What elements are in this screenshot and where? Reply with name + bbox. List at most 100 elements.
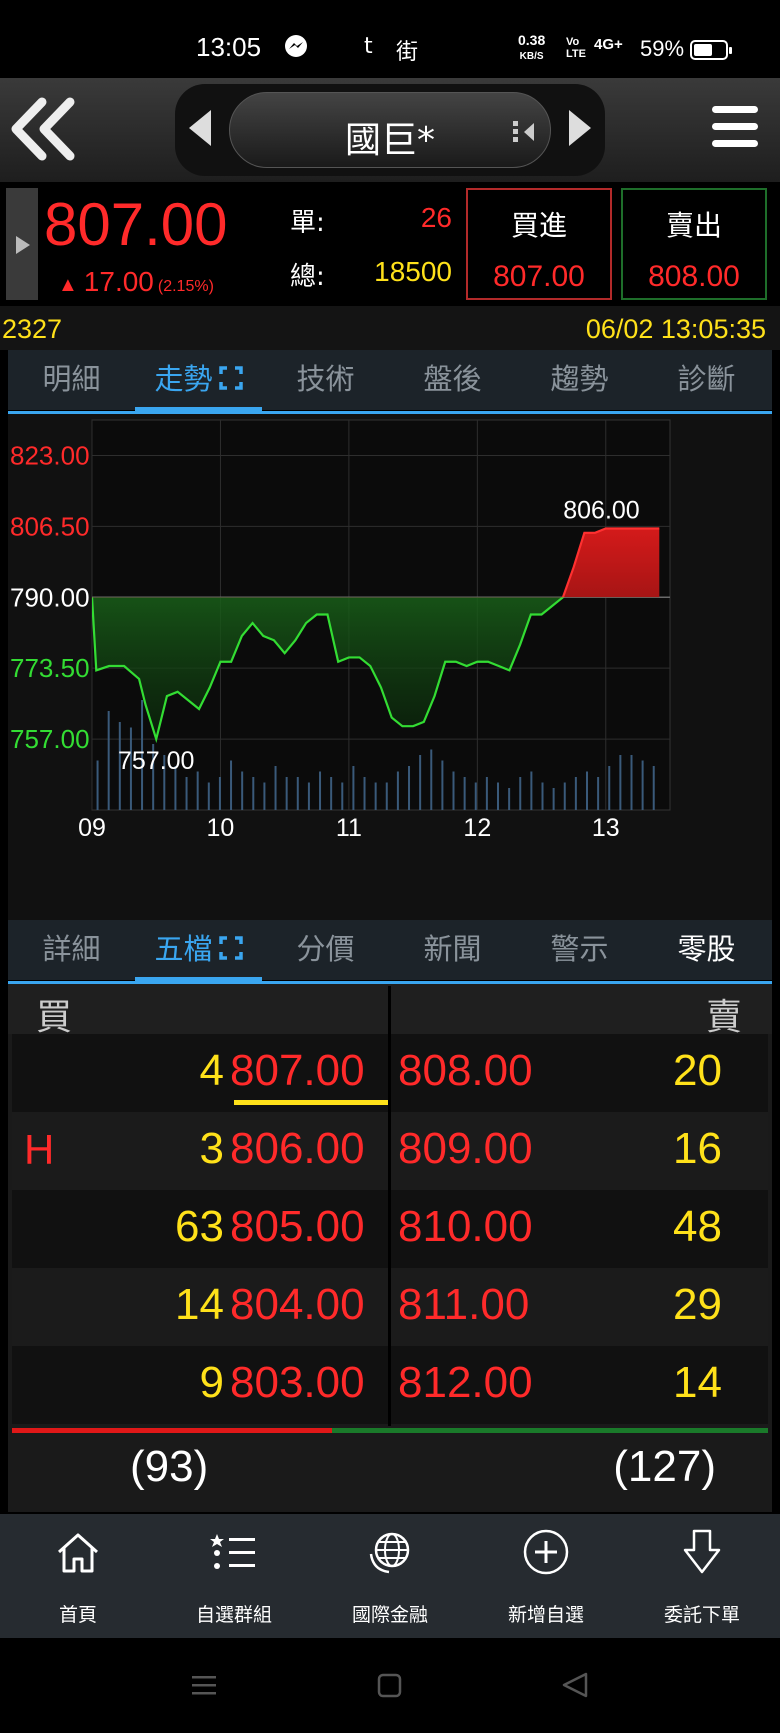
last-price: 807.00 [44, 191, 228, 258]
app-notification-icon-2: 街 [396, 40, 419, 65]
book-divider [388, 986, 391, 1426]
sell-volume: 48 [673, 1202, 722, 1251]
tab-details[interactable]: 詳細 [8, 920, 135, 980]
list-star-icon [210, 1534, 255, 1569]
y-tick-label: 806.50 [10, 511, 90, 541]
buy-sell-ratio-bar [12, 1428, 768, 1433]
up-arrow-icon: ▲ [58, 274, 78, 296]
buy-button[interactable]: 買進 807.00 [466, 188, 612, 300]
stock-selector: 國巨* [175, 84, 605, 176]
x-tick-label: 12 [463, 814, 491, 842]
tab-trend[interactable]: 走勢 [135, 350, 262, 412]
tab-label: 技術 [296, 362, 355, 396]
net-speed-unit: KB/S [519, 51, 544, 62]
nav-place-order[interactable]: 委託下單 [624, 1514, 780, 1638]
system-nav-bar [0, 1638, 780, 1733]
buy-volume: 14 [175, 1280, 224, 1329]
quote-expand-icon[interactable] [6, 188, 38, 300]
sell-price[interactable]: 812.00 [398, 1358, 533, 1408]
tab-news[interactable]: 新聞 [389, 920, 516, 980]
prev-stock-icon[interactable] [189, 110, 211, 146]
fullscreen-icon[interactable] [218, 366, 243, 390]
y-tick-label: 823.00 [10, 440, 90, 470]
nav-label: 首頁 [58, 1604, 97, 1626]
low-price-label: 757.00 [118, 747, 194, 775]
tab-detail[interactable]: 明細 [8, 350, 135, 410]
tab-label: 警示 [550, 932, 609, 966]
buy-price[interactable]: 807.00 [230, 1046, 365, 1096]
sell-price[interactable]: 808.00 [398, 1046, 533, 1096]
sell-volume: 20 [673, 1046, 722, 1095]
buy-price[interactable]: 805.00 [230, 1202, 365, 1252]
tab-odd-lot[interactable]: 零股 [643, 920, 770, 980]
messenger-icon [284, 34, 308, 64]
sell-price[interactable]: 811.00 [398, 1280, 529, 1330]
sell-volume: 16 [673, 1124, 722, 1173]
back-icon[interactable] [8, 96, 80, 162]
sell-price[interactable]: 810.00 [398, 1202, 533, 1252]
home-system-icon[interactable] [377, 1673, 402, 1698]
x-tick-label: 09 [78, 814, 106, 842]
buy-button-label: 買進 [510, 209, 567, 242]
buy-price[interactable]: 806.00 [230, 1124, 365, 1174]
home-icon [57, 1533, 99, 1573]
menu-icon[interactable] [712, 106, 758, 154]
buy-volume: 4 [199, 1046, 224, 1095]
buy-ratio-fill [12, 1428, 332, 1433]
add-circle-icon [523, 1529, 569, 1575]
app-header: 國巨* [0, 78, 780, 182]
stock-name: 國巨* [344, 120, 435, 161]
nav-home[interactable]: 首頁 [0, 1514, 156, 1638]
stock-code: 2327 [2, 314, 63, 344]
recent-apps-icon[interactable] [192, 1676, 216, 1695]
nav-international[interactable]: 國際金融 [312, 1514, 468, 1638]
buy-price[interactable]: 803.00 [230, 1358, 365, 1408]
nav-add-watchlist[interactable]: 新增自選 [468, 1514, 624, 1638]
tab-alerts[interactable]: 警示 [516, 920, 643, 980]
tab-label: 明細 [42, 362, 101, 396]
stock-switch-icon[interactable] [512, 119, 536, 145]
tab-diagnosis[interactable]: 診斷 [643, 350, 770, 410]
order-arrow-icon [683, 1529, 721, 1574]
tab-label: 走勢 [154, 362, 213, 396]
x-tick-label: 11 [336, 814, 362, 842]
total-volume-label: 總: [290, 262, 325, 292]
back-system-icon[interactable] [562, 1672, 588, 1698]
tab-label: 趨勢 [550, 362, 609, 396]
y-tick-label: 790.00 [10, 582, 90, 612]
y-tick-label: 757.00 [10, 724, 90, 754]
tab-tendency[interactable]: 趨勢 [516, 350, 643, 410]
buy-price[interactable]: 804.00 [230, 1280, 365, 1330]
nav-watchlist-groups[interactable]: 自選群組 [156, 1514, 312, 1638]
stock-name-button[interactable]: 國巨* [229, 92, 551, 168]
single-volume: 26 [420, 202, 452, 233]
quote-datetime: 06/02 13:05:35 [585, 314, 766, 344]
tab-five-levels[interactable]: 五檔 [135, 920, 262, 982]
x-tick-label: 13 [592, 814, 620, 842]
buy-volume: 3 [199, 1124, 224, 1173]
tab-label: 零股 [677, 932, 736, 966]
row-mark: H [24, 1126, 55, 1173]
tab-after-hours[interactable]: 盤後 [389, 350, 516, 410]
sell-price: 808.00 [648, 260, 740, 293]
fullscreen-icon[interactable] [218, 936, 243, 960]
single-volume-label: 單: [290, 208, 325, 238]
sell-volume: 29 [673, 1280, 722, 1329]
current-price-marker [234, 1100, 390, 1105]
tab-technical[interactable]: 技術 [262, 350, 389, 410]
change-value: 17.00 [83, 266, 154, 297]
intraday-chart[interactable]: 823.00 806.50 790.00 773.50 757.00 09 10 11 12 13… [8, 414, 772, 920]
sell-button[interactable]: 賣出 808.00 [621, 188, 767, 300]
buy-volume: 63 [175, 1202, 224, 1251]
battery-icon [690, 40, 732, 60]
tab-price-volume[interactable]: 分價 [262, 920, 389, 980]
sell-price[interactable]: 809.00 [398, 1124, 533, 1174]
intraday-chart-svg: 823.00 806.50 790.00 773.50 757.00 09 10 11 12 13… [10, 419, 671, 842]
next-stock-icon[interactable] [569, 110, 591, 146]
sell-total: (127) [613, 1442, 716, 1491]
tab-label: 五檔 [154, 932, 213, 966]
sell-button-label: 賣出 [665, 209, 722, 242]
change-percent: (2.15%) [157, 278, 214, 295]
buy-volume: 9 [199, 1358, 224, 1407]
nav-label: 自選群組 [195, 1604, 272, 1626]
